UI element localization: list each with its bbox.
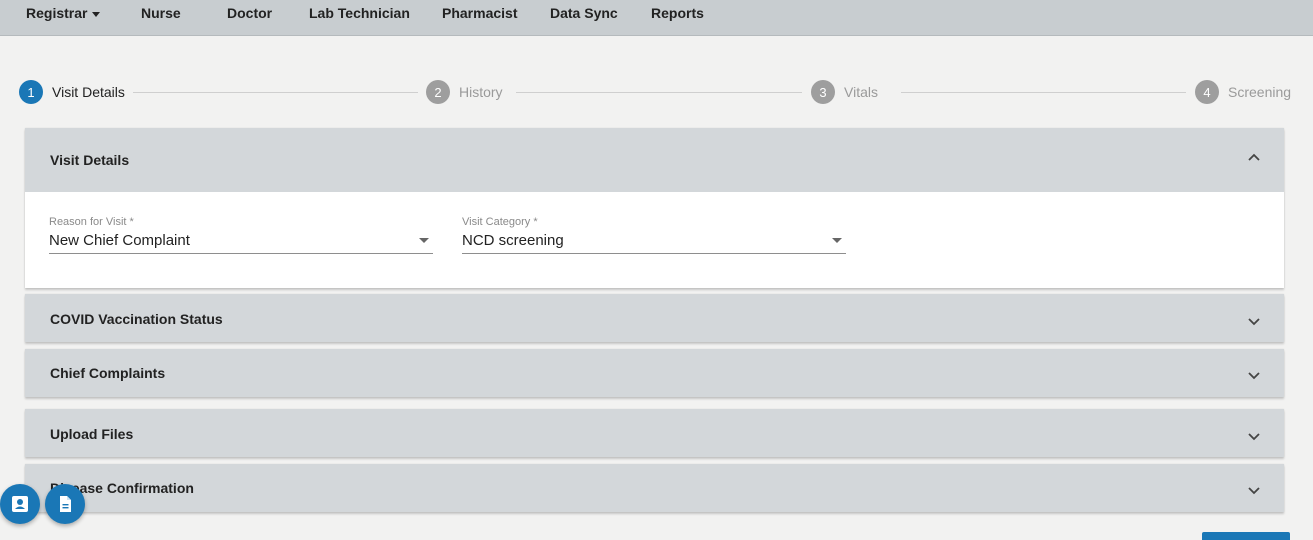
nav-registrar[interactable]: Registrar bbox=[26, 5, 101, 21]
reason-for-visit-select[interactable]: Reason for Visit * New Chief Complaint bbox=[49, 216, 433, 256]
panel-header-upload-files[interactable]: Upload Files bbox=[25, 409, 1284, 457]
panel-header-disease-confirmation[interactable]: Disease Confirmation bbox=[25, 464, 1284, 512]
step-connector bbox=[516, 92, 802, 93]
field-label: Visit Category * bbox=[462, 216, 538, 228]
document-icon bbox=[60, 496, 71, 512]
top-nav: Registrar Nurse Doctor Lab Technician Ph… bbox=[0, 0, 1313, 36]
panel-title: Visit Details bbox=[50, 152, 130, 168]
step-connector bbox=[901, 92, 1186, 93]
nav-registrar-label: Registrar bbox=[26, 5, 88, 21]
step-number: 1 bbox=[19, 80, 43, 104]
panel-disease-confirmation: Disease Confirmation bbox=[25, 464, 1284, 512]
dropdown-arrow-icon bbox=[419, 238, 429, 243]
chevron-down-icon bbox=[1248, 487, 1260, 495]
step-label: Vitals bbox=[844, 84, 878, 100]
nav-doctor[interactable]: Doctor bbox=[227, 5, 272, 21]
panel-header-visit-details[interactable]: Visit Details bbox=[25, 128, 1284, 192]
chevron-down-icon bbox=[1248, 318, 1260, 326]
dropdown-arrow-icon bbox=[832, 238, 842, 243]
step-number: 2 bbox=[426, 80, 450, 104]
stepper: 1 Visit Details 2 History 3 Vitals 4 Scr… bbox=[0, 80, 1313, 104]
caret-down-icon bbox=[92, 11, 101, 17]
step-visit-details[interactable]: 1 Visit Details bbox=[19, 80, 125, 104]
nav-reports[interactable]: Reports bbox=[651, 5, 704, 21]
panel-visit-details: Visit Details Reason for Visit * New Chi… bbox=[25, 128, 1284, 288]
panel-title: Chief Complaints bbox=[50, 365, 166, 381]
field-underline bbox=[462, 253, 846, 254]
step-number: 3 bbox=[811, 80, 835, 104]
patient-card-fab[interactable] bbox=[0, 484, 40, 524]
panel-title: COVID Vaccination Status bbox=[50, 311, 223, 327]
field-value: NCD screening bbox=[462, 232, 564, 249]
chevron-down-icon bbox=[1248, 433, 1260, 441]
nav-pharmacist[interactable]: Pharmacist bbox=[442, 5, 517, 21]
nav-data-sync[interactable]: Data Sync bbox=[550, 5, 618, 21]
field-value: New Chief Complaint bbox=[49, 232, 190, 249]
field-label: Reason for Visit * bbox=[49, 216, 134, 228]
step-label: Screening bbox=[1228, 84, 1292, 100]
next-button[interactable] bbox=[1202, 532, 1290, 540]
step-number: 4 bbox=[1195, 80, 1219, 104]
step-connector bbox=[133, 92, 418, 93]
panel-covid-vaccination-status: COVID Vaccination Status bbox=[25, 294, 1284, 342]
panel-header-covid[interactable]: COVID Vaccination Status bbox=[25, 294, 1284, 342]
contact-card-icon bbox=[12, 496, 28, 512]
panel-upload-files: Upload Files bbox=[25, 409, 1284, 457]
step-vitals[interactable]: 3 Vitals bbox=[811, 80, 878, 104]
panel-header-chief-complaints[interactable]: Chief Complaints bbox=[25, 349, 1284, 397]
panel-body-visit-details: Reason for Visit * New Chief Complaint V… bbox=[25, 192, 1284, 288]
documents-fab[interactable] bbox=[45, 484, 85, 524]
chevron-down-icon bbox=[1248, 372, 1260, 380]
visit-category-select[interactable]: Visit Category * NCD screening bbox=[462, 216, 846, 256]
panel-chief-complaints: Chief Complaints bbox=[25, 349, 1284, 397]
field-underline bbox=[49, 253, 433, 254]
panel-title: Upload Files bbox=[50, 426, 134, 442]
step-screening[interactable]: 4 Screening bbox=[1195, 80, 1291, 104]
step-history[interactable]: 2 History bbox=[426, 80, 503, 104]
step-label: History bbox=[459, 84, 503, 100]
step-label: Visit Details bbox=[52, 84, 125, 100]
nav-lab-technician[interactable]: Lab Technician bbox=[309, 5, 410, 21]
chevron-up-icon bbox=[1248, 153, 1260, 161]
nav-nurse[interactable]: Nurse bbox=[141, 5, 181, 21]
